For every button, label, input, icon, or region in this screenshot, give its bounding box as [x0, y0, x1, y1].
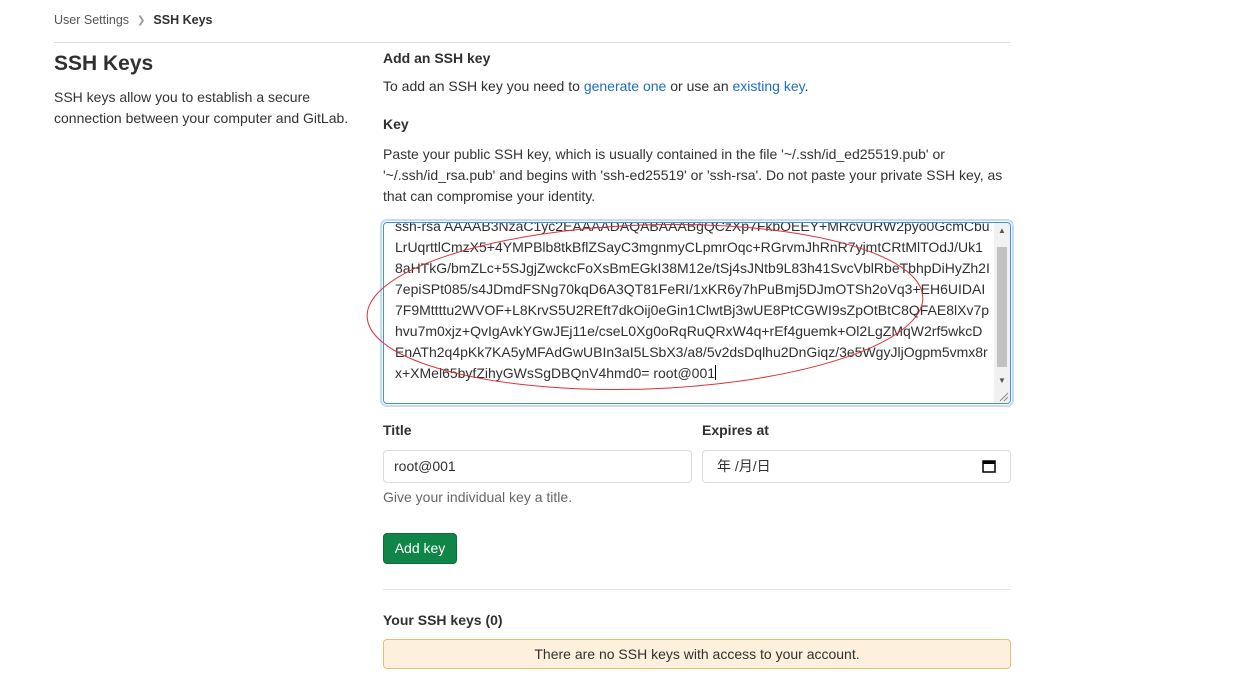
key-label: Key: [383, 116, 409, 132]
key-help-text: Paste your public SSH key, which is usua…: [383, 146, 1003, 204]
breadcrumb: User Settings ❯ SSH Keys: [54, 11, 212, 29]
resize-grip-icon[interactable]: [997, 390, 1009, 402]
ssh-key-content: ssh-rsa AAAAB3NzaC1yc2EAAAADAQABAAABgQCz…: [395, 222, 990, 381]
breadcrumb-user-settings[interactable]: User Settings: [54, 13, 129, 27]
page-description: SSH keys allow you to establish a secure…: [54, 89, 349, 126]
textarea-scrollbar[interactable]: ▲ ▼: [994, 223, 1010, 403]
calendar-icon[interactable]: [982, 459, 996, 473]
scrollbar-thumb[interactable]: [997, 247, 1007, 367]
ssh-key-value: ssh-rsa AAAAB3NzaC1yc2EAAAADAQABAAABgQCz…: [395, 222, 990, 384]
expires-label: Expires at: [702, 422, 769, 438]
text-cursor: [715, 365, 717, 380]
intro-text-end: .: [804, 78, 809, 94]
breadcrumb-ssh-keys[interactable]: SSH Keys: [153, 13, 212, 27]
expires-date-input[interactable]: 年 /月/日: [702, 450, 1011, 483]
title-help-text: Give your individual key a title.: [383, 489, 573, 505]
header-divider: [54, 42, 1011, 43]
date-placeholder: 年 /月/日: [717, 458, 771, 474]
intro-text: To add an SSH key you need to: [383, 78, 584, 94]
add-key-intro: To add an SSH key you need to generate o…: [383, 78, 809, 94]
scroll-up-icon[interactable]: ▲: [994, 223, 1010, 239]
add-key-button[interactable]: Add key: [383, 533, 457, 564]
ssh-key-textarea[interactable]: ssh-rsa AAAAB3NzaC1yc2EAAAADAQABAAABgQCz…: [383, 222, 1011, 404]
section-divider: [383, 589, 1011, 590]
title-label: Title: [383, 422, 412, 438]
page-title: SSH Keys: [54, 52, 154, 75]
intro-text-middle: or use an: [666, 78, 733, 94]
your-ssh-keys-heading: Your SSH keys (0): [383, 612, 503, 628]
chevron-right-icon: ❯: [137, 14, 146, 26]
scroll-down-icon[interactable]: ▼: [994, 373, 1010, 389]
existing-key-link[interactable]: existing key: [733, 78, 805, 94]
title-input[interactable]: root@001: [383, 450, 692, 483]
no-keys-alert: There are no SSH keys with access to you…: [383, 639, 1011, 669]
add-ssh-key-heading: Add an SSH key: [383, 50, 491, 66]
generate-one-link[interactable]: generate one: [584, 78, 667, 94]
